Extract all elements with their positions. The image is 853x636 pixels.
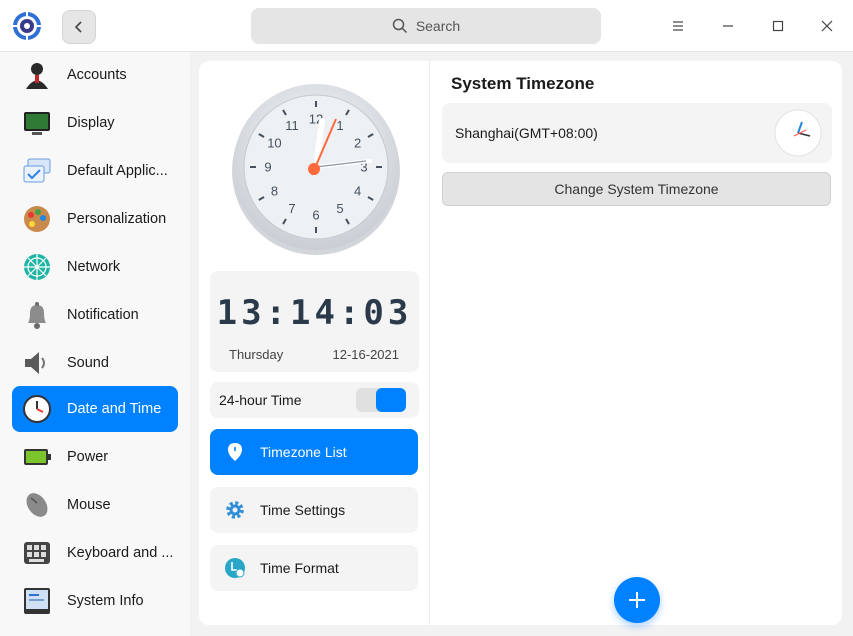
clock-number: 10 xyxy=(267,136,281,151)
search-placeholder: Search xyxy=(415,18,461,34)
section-title: System Timezone xyxy=(451,74,595,93)
clock-number: 7 xyxy=(288,201,295,216)
time-settings-button[interactable]: Time Settings xyxy=(210,487,418,533)
timezone-clock-icon xyxy=(774,109,822,157)
clock-number: 1 xyxy=(336,118,343,133)
search-icon xyxy=(392,18,407,34)
hour-format-toggle[interactable] xyxy=(356,388,406,412)
sidebar-item-system-info[interactable]: System Info xyxy=(12,578,178,624)
date-label: 12-16-2021 xyxy=(332,347,400,362)
sidebar-item-label: Display xyxy=(67,115,115,131)
sidebar-item-label: Notification xyxy=(67,307,139,323)
sidebar-item-label: Date and Time xyxy=(67,401,162,417)
maximize-icon xyxy=(772,20,784,32)
timezone-list-label: Timezone List xyxy=(260,444,347,460)
sidebar-item-label: Default Applic... xyxy=(67,163,168,179)
sidebar-item-label: Mouse xyxy=(67,497,111,513)
system-timezone-row: Shanghai(GMT+08:00) xyxy=(442,103,832,163)
sidebar-item-label: Accounts xyxy=(67,67,127,83)
accounts-icon xyxy=(26,63,48,89)
main-panel: 12 1 2 3 4 5 6 7 8 9 10 11 13:14:03 Thursday 12-16-… xyxy=(199,61,842,625)
location-pin-icon xyxy=(228,443,242,461)
sidebar-item-label: Personalization xyxy=(67,211,167,227)
chevron-left-icon xyxy=(74,21,82,33)
change-timezone-button[interactable]: Change System Timezone xyxy=(442,172,831,206)
control-center-logo-icon xyxy=(13,12,41,40)
sidebar-item-date-and-time[interactable]: Date and Time xyxy=(12,386,178,432)
sidebar-item-default-applications[interactable]: Default Applic... xyxy=(12,148,178,194)
date-time-icon xyxy=(23,395,51,423)
titlebar: Search xyxy=(0,0,853,52)
sidebar: Accounts Display Default Applic... Perso… xyxy=(0,52,190,636)
sidebar-item-mouse[interactable]: Mouse xyxy=(12,482,178,528)
sidebar-item-network[interactable]: Network xyxy=(12,244,178,290)
clock-number: 5 xyxy=(336,201,343,216)
network-icon xyxy=(24,254,50,280)
time-format-icon xyxy=(225,558,245,578)
add-timezone-button[interactable] xyxy=(614,577,660,623)
default-applications-icon xyxy=(23,158,51,183)
system-info-icon xyxy=(24,588,50,614)
weekday-label: Thursday xyxy=(229,347,284,362)
menu-icon xyxy=(673,21,683,31)
sidebar-item-label: Sound xyxy=(67,355,109,371)
close-button[interactable] xyxy=(815,14,839,38)
timezone-name: Shanghai(GMT+08:00) xyxy=(455,125,598,141)
clock-number: 8 xyxy=(271,184,278,199)
time-settings-label: Time Settings xyxy=(260,502,346,518)
display-icon xyxy=(24,112,50,135)
hour-format-label: 24-hour Time xyxy=(219,392,302,408)
sidebar-item-label: System Info xyxy=(67,593,144,609)
clock-number: 4 xyxy=(354,184,361,199)
close-icon xyxy=(821,20,833,32)
sidebar-item-accounts[interactable]: Accounts xyxy=(12,52,178,98)
timezone-pane: System Timezone Shanghai(GMT+08:00) Chan… xyxy=(431,61,842,625)
back-button[interactable] xyxy=(62,10,96,44)
digital-clock: 13:14:03 Thursday 12-16-2021 xyxy=(210,271,419,372)
keyboard-icon xyxy=(24,542,50,564)
clock-number: 6 xyxy=(312,208,319,223)
sidebar-item-notification[interactable]: Notification xyxy=(12,292,178,338)
sidebar-item-keyboard[interactable]: Keyboard and ... xyxy=(12,530,178,576)
sidebar-item-power[interactable]: Power xyxy=(12,434,178,480)
time-format-button[interactable]: Time Format xyxy=(210,545,418,591)
digital-time: 13:14:03 xyxy=(216,293,413,333)
minimize-button[interactable] xyxy=(716,14,740,38)
sound-icon xyxy=(25,352,45,374)
hour-format-row: 24-hour Time xyxy=(210,382,419,418)
personalization-icon xyxy=(24,206,50,232)
sidebar-item-sound[interactable]: Sound xyxy=(12,340,178,386)
sidebar-item-label: Network xyxy=(67,259,121,275)
power-icon xyxy=(24,449,51,465)
clock-number: 9 xyxy=(264,160,271,175)
gear-icon xyxy=(226,501,244,519)
menu-button[interactable] xyxy=(666,14,690,38)
mouse-icon xyxy=(26,493,48,517)
plus-icon xyxy=(629,592,645,608)
search-input[interactable]: Search xyxy=(251,8,601,44)
date-time-nav: 12 1 2 3 4 5 6 7 8 9 10 11 13:14:03 Thursday 12-16-… xyxy=(199,61,430,625)
toggle-knob xyxy=(376,388,406,412)
timezone-list-button[interactable]: Timezone List xyxy=(210,429,418,475)
clock-number: 11 xyxy=(285,118,299,133)
minimize-icon xyxy=(723,25,733,27)
sidebar-item-label: Power xyxy=(67,449,109,465)
clock-number: 2 xyxy=(354,136,361,151)
sidebar-item-personalization[interactable]: Personalization xyxy=(12,196,178,242)
maximize-button[interactable] xyxy=(766,14,790,38)
time-format-label: Time Format xyxy=(260,560,339,576)
notification-icon xyxy=(28,302,46,329)
analog-clock: 12 1234567891011 xyxy=(232,84,400,255)
sidebar-item-display[interactable]: Display xyxy=(12,100,178,146)
sidebar-item-label: Keyboard and ... xyxy=(67,545,174,561)
